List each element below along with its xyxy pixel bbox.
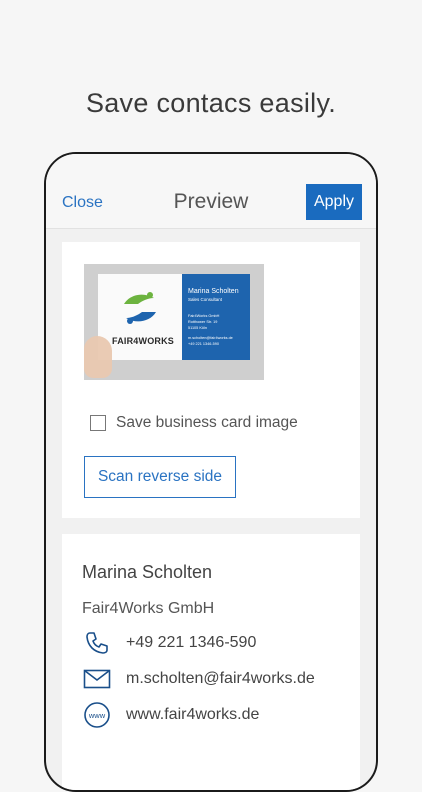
save-image-checkbox[interactable]	[90, 415, 106, 431]
scan-reverse-button[interactable]: Scan reverse side	[84, 456, 236, 498]
business-card-name: Marina Scholten	[188, 288, 239, 295]
business-card-line: Fair4Works GmbH	[188, 314, 220, 318]
save-image-label: Save business card image	[116, 414, 298, 431]
apply-button[interactable]: Apply	[306, 184, 362, 220]
phone-icon	[82, 630, 112, 656]
business-card-line: +49 221 1346-590	[188, 342, 219, 346]
contact-phone-row[interactable]: +49 221 1346-590	[82, 630, 256, 656]
business-card-line: Rotthower Str. 19	[188, 320, 218, 324]
phone-frame: Close Preview Apply FAIR4WORKS Marina Sc…	[44, 152, 378, 792]
business-card-line: m.scholten@fair4works.de	[188, 336, 233, 340]
fair4works-logo	[124, 292, 156, 324]
contact-website-row[interactable]: www www.fair4works.de	[82, 702, 259, 728]
scan-preview-panel: FAIR4WORKS Marina Scholten Sales Consult…	[62, 242, 360, 518]
contact-name[interactable]: Marina Scholten	[82, 562, 212, 583]
navigation-bar: Close Preview Apply	[46, 154, 376, 229]
business-card-role: Sales Consultant	[188, 297, 223, 302]
contact-email-row[interactable]: m.scholten@fair4works.de	[82, 666, 315, 692]
www-globe-icon: www	[82, 702, 112, 728]
contact-details-panel: Marina Scholten Fair4Works GmbH +49 221 …	[62, 534, 360, 790]
business-card-brand: FAIR4WORKS	[112, 336, 175, 346]
contact-phone: +49 221 1346-590	[126, 634, 257, 651]
business-card-line: 51105 Köln	[188, 326, 207, 330]
close-button[interactable]: Close	[62, 194, 103, 212]
finger-holding-card	[84, 336, 112, 378]
headline: Save contacs easily.	[85, 88, 337, 118]
business-card-details: Marina Scholten Sales Consultant Fair4Wo…	[182, 274, 250, 360]
save-image-option[interactable]: Save business card image	[90, 414, 298, 432]
contact-email: m.scholten@fair4works.de	[126, 670, 315, 687]
svg-text:www: www	[88, 711, 106, 720]
contact-company[interactable]: Fair4Works GmbH	[82, 600, 214, 618]
envelope-icon	[82, 666, 112, 692]
business-card-image[interactable]: FAIR4WORKS Marina Scholten Sales Consult…	[84, 264, 264, 380]
contact-website: www.fair4works.de	[126, 706, 260, 723]
